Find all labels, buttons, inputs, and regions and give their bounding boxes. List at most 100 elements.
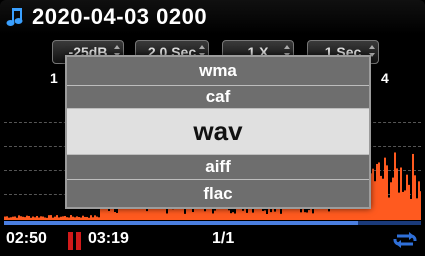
waveform-bar [264, 210, 266, 220]
waveform-bar [90, 215, 92, 220]
waveform-bar [62, 216, 64, 220]
waveform-bar [416, 198, 418, 220]
waveform-bar [412, 153, 414, 220]
waveform-bar [390, 182, 392, 220]
repeat-icon[interactable] [392, 231, 418, 249]
waveform-bar [88, 217, 90, 220]
waveform-bar [172, 209, 174, 220]
track-counter: 1/1 [212, 230, 235, 247]
format-menu: wma caf wav aiff flac [65, 55, 371, 209]
waveform-bar [312, 213, 314, 220]
waveform-bar [408, 184, 410, 220]
format-option-caf[interactable]: caf [67, 86, 369, 108]
waveform-bar [82, 215, 84, 220]
waveform-bar [380, 175, 382, 220]
music-note-icon [6, 8, 23, 26]
waveform-bar [14, 216, 16, 220]
waveform-bar [304, 212, 306, 220]
format-option-flac[interactable]: flac [67, 180, 369, 207]
waveform-bar [420, 191, 421, 220]
recorder-screen: 2020-04-03 0200 -25dB 2.0 Sec 1 X 1 Sec … [0, 0, 425, 256]
waveform-bar [116, 212, 118, 220]
progress-fill [4, 221, 359, 225]
waveform-bar [406, 174, 408, 220]
waveform-bar [300, 212, 302, 220]
waveform-bar [146, 211, 148, 220]
waveform-bar [310, 207, 312, 220]
waveform-bar [270, 212, 272, 220]
waveform-bar [28, 216, 30, 220]
waveform-bar [10, 217, 12, 220]
waveform-bar [34, 217, 36, 220]
waveform-bar [32, 216, 34, 220]
playback-progress-bar[interactable] [4, 221, 421, 225]
waveform-bar [22, 216, 24, 220]
waveform-bar [274, 211, 276, 220]
waveform-bar [376, 163, 378, 220]
waveform-bar [48, 215, 50, 220]
waveform-bar [26, 215, 28, 220]
waveform-bar [404, 190, 406, 220]
waveform-bar [68, 217, 70, 220]
waveform-bar [98, 217, 100, 220]
waveform-bar [184, 213, 186, 220]
waveform-bar [108, 211, 110, 220]
waveform-bar [252, 212, 254, 220]
waveform-bar [246, 212, 248, 220]
waveform-bar [70, 215, 72, 220]
waveform-bar [242, 210, 244, 220]
format-option-wav[interactable]: wav [67, 109, 369, 154]
status-bar: 02:50 03:19 1/1 [0, 228, 425, 256]
waveform-bar [308, 209, 310, 220]
waveform-bar [232, 212, 234, 220]
waveform-bar [30, 217, 32, 220]
waveform-bar [396, 168, 398, 220]
waveform-bar [204, 211, 206, 220]
waveform-bar [42, 216, 44, 220]
waveform-bar [230, 213, 232, 220]
waveform-bar [372, 168, 374, 220]
waveform-bar [248, 207, 250, 220]
format-option-wma[interactable]: wma [67, 57, 369, 85]
waveform-bar [266, 213, 268, 220]
waveform-bar [256, 208, 258, 220]
elapsed-time: 02:50 [6, 230, 47, 247]
waveform-bar [180, 208, 182, 220]
waveform-bar [398, 192, 400, 220]
waveform-bar [44, 217, 46, 220]
waveform-bar [52, 217, 54, 220]
waveform-bar [306, 212, 308, 220]
waveform-bar [72, 216, 74, 220]
waveform-bar [328, 211, 330, 220]
waveform-bar [86, 216, 88, 220]
waveform-bar [54, 216, 56, 220]
waveform-bar [418, 181, 420, 220]
waveform-bar [258, 207, 260, 220]
waveform-bar [36, 215, 38, 220]
waveform-bar [388, 197, 390, 220]
waveform-bar [402, 191, 404, 220]
waveform-bar [148, 208, 150, 220]
waveform-bar [280, 213, 282, 220]
waveform-bar [212, 213, 214, 220]
waveform-bar [234, 213, 236, 220]
waveform-bar [84, 216, 86, 220]
waveform-bar [40, 216, 42, 220]
waveform-bar [38, 217, 40, 220]
pause-icon[interactable] [68, 232, 82, 250]
waveform-bar [262, 210, 264, 220]
waveform-bar [378, 162, 380, 220]
waveform-bar [66, 217, 68, 220]
waveform-bar [228, 210, 230, 220]
waveform-bar [374, 181, 376, 220]
title-bar: 2020-04-03 0200 [0, 0, 425, 34]
waveform-bar [210, 208, 212, 220]
waveform-bar [18, 215, 20, 220]
waveform-bar [114, 212, 116, 220]
waveform-bar [94, 215, 96, 220]
format-option-aiff[interactable]: aiff [67, 155, 369, 179]
waveform-bar [8, 217, 10, 220]
waveform-bar [50, 215, 52, 220]
waveform-bar [12, 216, 14, 220]
waveform-bar [192, 212, 194, 220]
